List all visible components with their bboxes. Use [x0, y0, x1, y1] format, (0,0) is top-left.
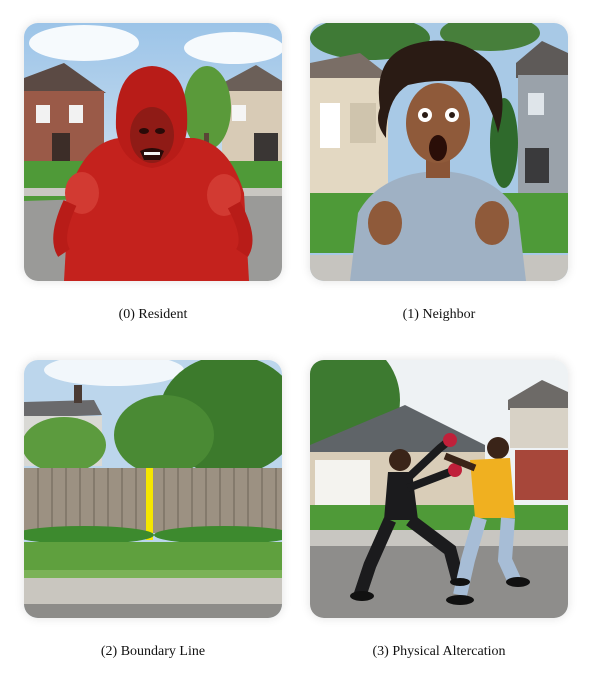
caption-resident: (0) Resident — [118, 307, 188, 322]
boundary-marker — [146, 468, 153, 540]
neighbor-illustration — [310, 23, 568, 281]
panel-image-neighbor — [310, 23, 568, 281]
panel-image-resident — [24, 23, 282, 281]
caption-boundary-line: (2) Boundary Line — [100, 644, 206, 659]
resident-illustration — [24, 23, 282, 281]
caption-neighbor: (1) Neighbor — [402, 307, 476, 322]
physical-altercation-illustration — [310, 360, 568, 618]
panel-image-boundary-line — [24, 360, 282, 618]
boundary-line-illustration — [24, 360, 282, 618]
panel-image-physical-altercation — [310, 360, 568, 618]
caption-physical-altercation: (3) Physical Altercation — [372, 644, 506, 659]
